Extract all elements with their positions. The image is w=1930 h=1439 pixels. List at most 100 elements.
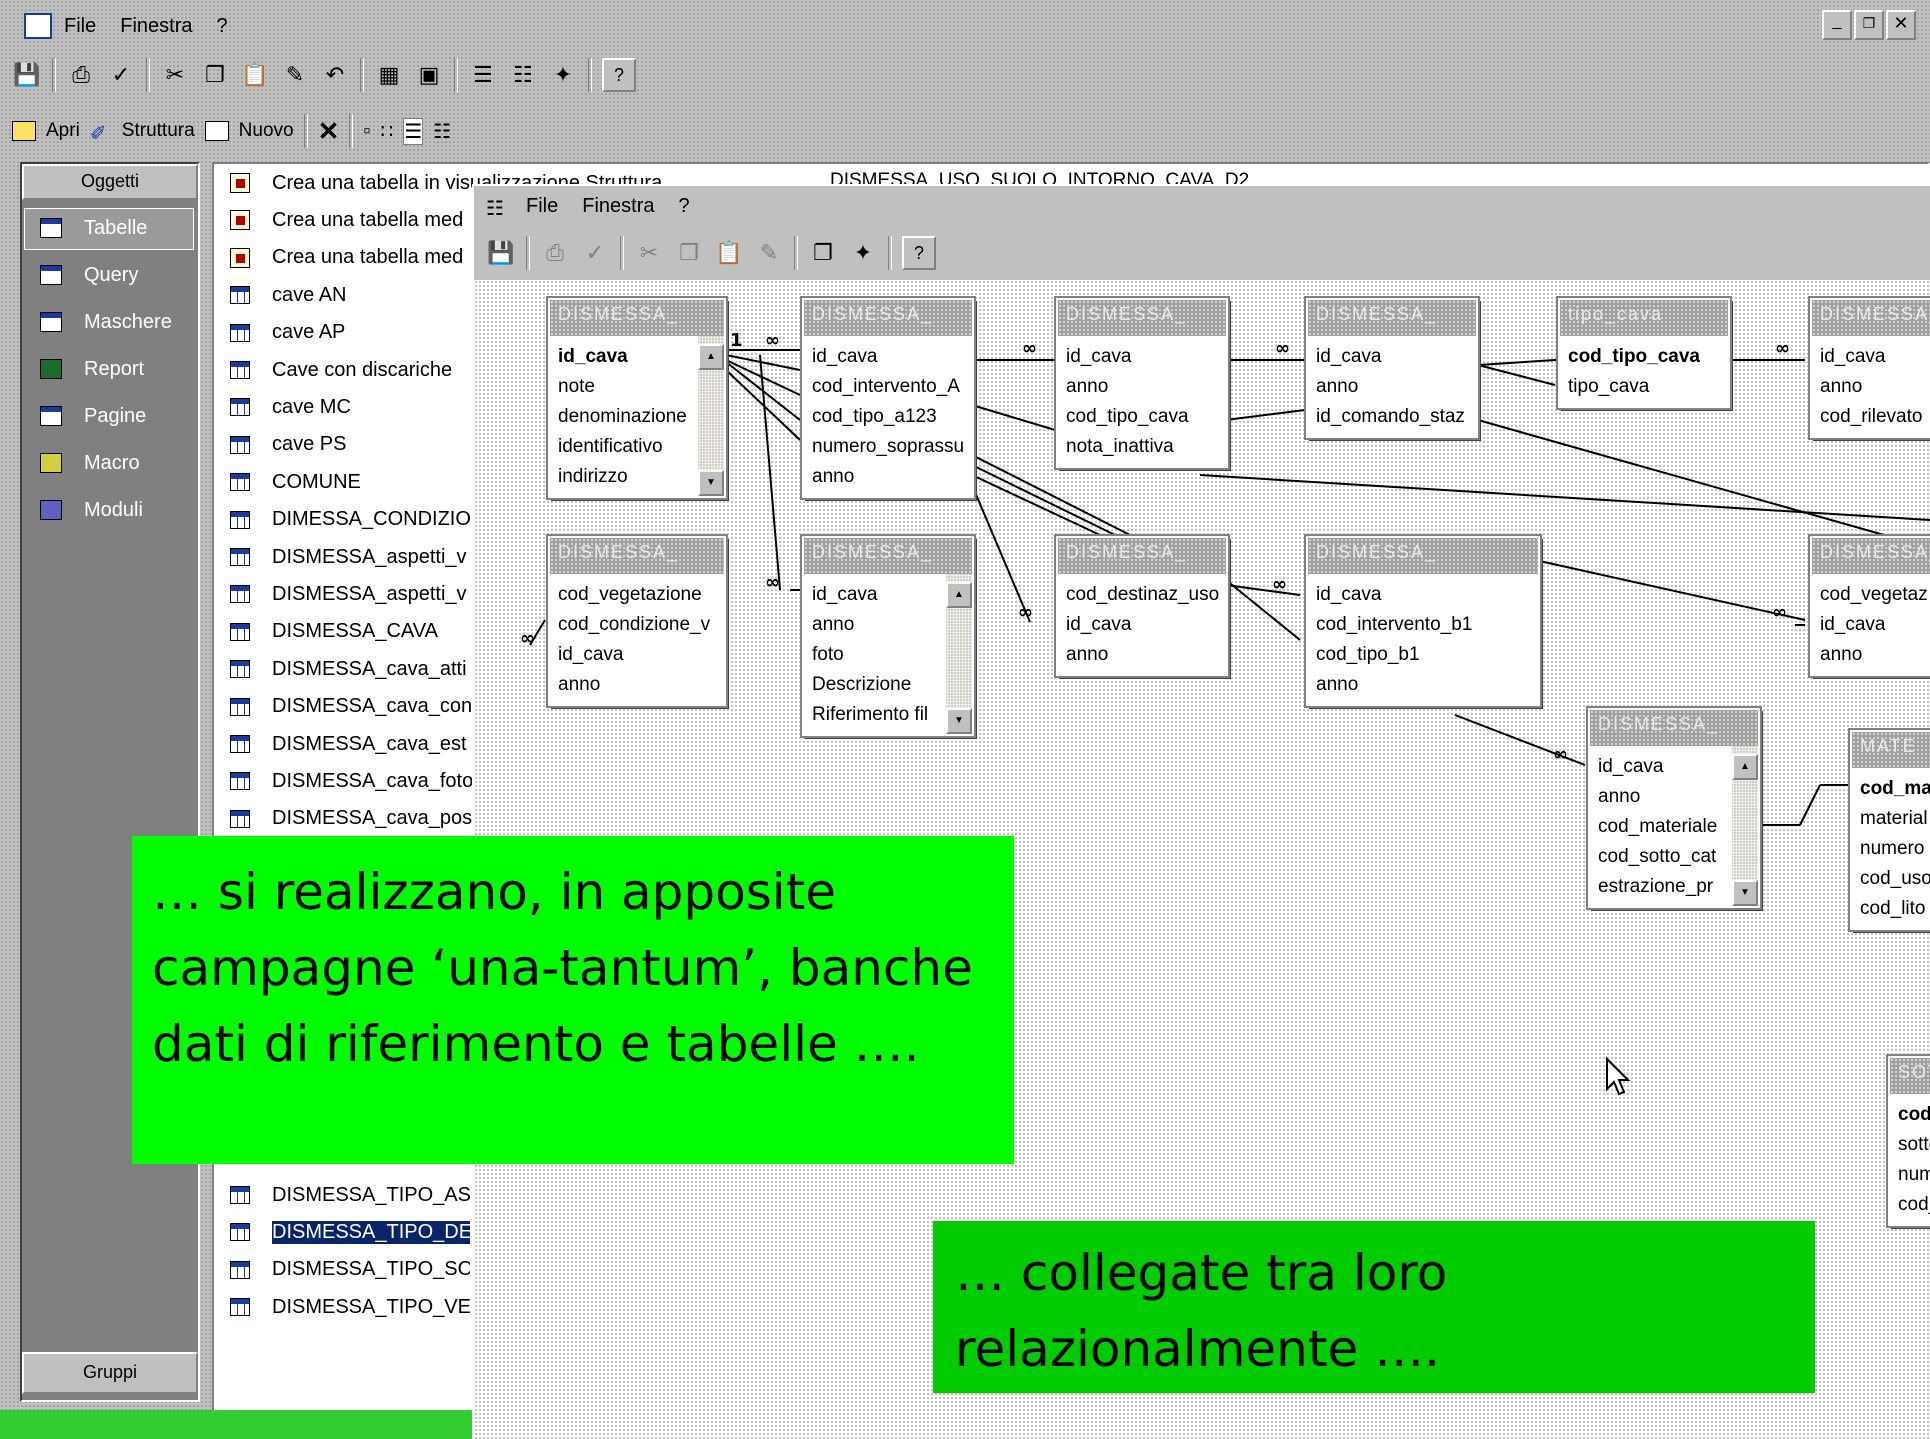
relationship-table[interactable]: DISMESSA_ cod_destinaz_uso id_cava anno	[1054, 534, 1230, 678]
scroll-down-arrow-icon[interactable]: ▼	[698, 470, 724, 496]
relationship-table-field[interactable]: cod_	[1898, 1190, 1930, 1220]
relationship-table-field[interactable]: cod_tipo_a123	[812, 402, 968, 432]
relationship-table[interactable]: MATE cod_ma material numero cod_uso cod_lito	[1848, 728, 1930, 932]
relationship-table-field[interactable]: cod_tipo_cava	[1568, 342, 1724, 372]
relationship-table-field[interactable]: indirizzo	[558, 462, 692, 492]
relationship-table-field[interactable]: cod_intervento_A	[812, 372, 968, 402]
relationship-table-field[interactable]: id_cava	[1820, 342, 1930, 372]
relationship-table-title[interactable]: DISMESSA_	[1812, 300, 1930, 336]
relationship-table-field[interactable]: anno	[1316, 372, 1472, 402]
rel-cardinality-many: ∞	[1775, 338, 1790, 359]
relationship-table-title[interactable]: DISMESSA_	[1058, 538, 1226, 574]
relationship-table[interactable]: DISMESSA_ id_cava anno cod_tipo_cava nota_in…	[1054, 296, 1230, 470]
relationship-table-field[interactable]: anno	[1598, 782, 1726, 812]
relationship-table-field[interactable]: id_cava	[1820, 610, 1930, 640]
relationship-table[interactable]: DISMESSA_ id_cava anno foto Descrizione Rifer…	[800, 534, 976, 738]
relationship-table-field[interactable]: cod_ma	[1860, 774, 1930, 804]
relationship-table-field[interactable]: anno	[1066, 372, 1222, 402]
relationship-table-field[interactable]: cod_sotto_cat	[1598, 842, 1726, 872]
mouse-cursor-icon	[1606, 1057, 1631, 1096]
relationship-table[interactable]: SOT codsottonumcod_	[1886, 1054, 1930, 1228]
caption-first-text: … si realizzano, in apposite campagne ‘u…	[152, 863, 973, 1073]
relationship-table-field[interactable]: Riferimento fil	[812, 700, 940, 730]
relationship-table[interactable]: DISMESSA_ id_cava cod_intervento_b1 cod_tip…	[1304, 534, 1542, 708]
relationship-table-field[interactable]: anno	[812, 610, 940, 640]
relationship-table-field[interactable]: foto	[812, 640, 940, 670]
relationship-table-field[interactable]: numero	[1860, 834, 1930, 864]
relationship-table-field[interactable]: note	[558, 372, 692, 402]
relationship-table-title[interactable]: tipo_cava	[1560, 300, 1728, 336]
scroll-up-arrow-icon[interactable]: ▲	[946, 582, 972, 608]
relationship-table-title[interactable]: DISMESSA_	[1308, 300, 1476, 336]
relationship-table-field[interactable]: nota_inattiva	[1066, 432, 1222, 462]
table-scrollbar[interactable]: ▲ ▼	[698, 336, 724, 496]
scroll-up-arrow-icon[interactable]: ▲	[1732, 754, 1758, 780]
relationship-table-field[interactable]: anno	[1820, 640, 1930, 670]
relationship-table-field[interactable]: cod_lito	[1860, 894, 1930, 924]
relationship-table-field[interactable]: tipo_cava	[1568, 372, 1724, 402]
rel-cardinality-many: ∞	[1272, 574, 1287, 595]
relationship-table-field[interactable]: Descrizione	[812, 670, 940, 700]
relationship-table-field[interactable]: cod_uso	[1860, 864, 1930, 894]
relationship-table-field[interactable]: id_cava	[558, 342, 692, 372]
relationship-table-title[interactable]: DISMESSA_	[1812, 538, 1930, 574]
relationship-table-field[interactable]: anno	[1820, 372, 1930, 402]
relationship-table-field[interactable]: cod_condizione_v	[558, 610, 720, 640]
relationship-table-field[interactable]: anno	[1316, 670, 1534, 700]
relationship-table-field[interactable]: num	[1898, 1160, 1930, 1190]
relationship-table[interactable]: DISMESSA_ cod_vegetaz id_cava anno	[1808, 534, 1930, 678]
relationship-table-field[interactable]: cod_tipo_cava	[1066, 402, 1222, 432]
relationship-table-field[interactable]: id_cava	[1598, 752, 1726, 782]
relationship-table-title[interactable]: DISMESSA_	[1590, 710, 1758, 746]
relationship-table-field[interactable]: cod_materiale	[1598, 812, 1726, 842]
relationship-table[interactable]: DISMESSA_ id_cava anno cod_rilevato	[1808, 296, 1930, 440]
relationship-table-field[interactable]: id_cava	[558, 640, 720, 670]
relationship-table-field[interactable]: id_cava	[1316, 342, 1472, 372]
relationship-table[interactable]: DISMESSA_ id_cava cod_intervento_A cod_tipo…	[800, 296, 976, 500]
relationship-table-field[interactable]: cod_intervento_b1	[1316, 610, 1534, 640]
table-scrollbar[interactable]: ▲ ▼	[946, 574, 972, 734]
relationship-table-field[interactable]: material	[1860, 804, 1930, 834]
relationship-table-title[interactable]: DISMESSA_	[550, 300, 724, 336]
scroll-down-arrow-icon[interactable]: ▼	[1732, 880, 1758, 906]
relationship-table[interactable]: DISMESSA_ cod_vegetazione cod_condizione_v…	[546, 534, 728, 708]
relationship-table-field[interactable]: numero_soprassu	[812, 432, 968, 462]
relationship-table-field[interactable]: anno	[812, 462, 968, 492]
relationship-table-title[interactable]: SOT	[1890, 1058, 1930, 1094]
relationship-table-field[interactable]: cod	[1898, 1100, 1930, 1130]
relationship-table-title[interactable]: DISMESSA_	[550, 538, 724, 574]
scroll-up-arrow-icon[interactable]: ▲	[698, 344, 724, 370]
relationship-table-field[interactable]: estrazione_pr	[1598, 872, 1726, 902]
relationship-table-field[interactable]: cod_vegetazione	[558, 580, 720, 610]
relationship-table-title[interactable]: DISMESSA_	[804, 300, 972, 336]
table-scrollbar[interactable]: ▲ ▼	[1732, 746, 1758, 906]
relationship-table-field[interactable]: id_cava	[1066, 610, 1222, 640]
relationship-table-field[interactable]: cod_tipo_b1	[1316, 640, 1534, 670]
relationship-table[interactable]: DISMESSA_ id_cava note denominazione identif…	[546, 296, 728, 500]
relationship-table-field[interactable]: id_cava	[812, 342, 968, 372]
relationship-table-title[interactable]: DISMESSA_	[1308, 538, 1538, 574]
caption-first: … si realizzano, in apposite campagne ‘u…	[132, 836, 1014, 1164]
relationship-table[interactable]: DISMESSA_ id_cava anno id_comando_staz	[1304, 296, 1480, 440]
relationship-table-title[interactable]: DISMESSA_	[1058, 300, 1226, 336]
relationship-table-field[interactable]: sotto	[1898, 1130, 1930, 1160]
rel-line	[1477, 364, 1556, 386]
scroll-down-arrow-icon[interactable]: ▼	[946, 708, 972, 734]
rel-line	[1477, 419, 1930, 549]
relationship-table[interactable]: tipo_cava cod_tipo_cava tipo_cava	[1556, 296, 1732, 410]
relationship-table-field[interactable]: id_cava	[1316, 580, 1534, 610]
rel-cardinality-many: ∞	[520, 628, 535, 649]
relationship-table-field[interactable]: id_comando_staz	[1316, 402, 1472, 432]
relationship-table-field[interactable]: anno	[1066, 640, 1222, 670]
relationship-table-field[interactable]: cod_vegetaz	[1820, 580, 1930, 610]
relationship-table-field[interactable]: denominazione	[558, 402, 692, 432]
relationship-table-title[interactable]: MATE	[1852, 732, 1930, 768]
relationship-table-title[interactable]: DISMESSA_	[804, 538, 972, 574]
relationship-table-field[interactable]: cod_rilevato	[1820, 402, 1930, 432]
relationship-table-field[interactable]: id_cava	[812, 580, 940, 610]
relationship-table-field[interactable]: id_cava	[1066, 342, 1222, 372]
relationship-table-field[interactable]: identificativo	[558, 432, 692, 462]
relationship-table-field[interactable]: cod_destinaz_uso	[1066, 580, 1222, 610]
relationship-table-field[interactable]: anno	[558, 670, 720, 700]
relationship-table[interactable]: DISMESSA_ id_cava anno cod_materiale cod_sot…	[1586, 706, 1762, 910]
